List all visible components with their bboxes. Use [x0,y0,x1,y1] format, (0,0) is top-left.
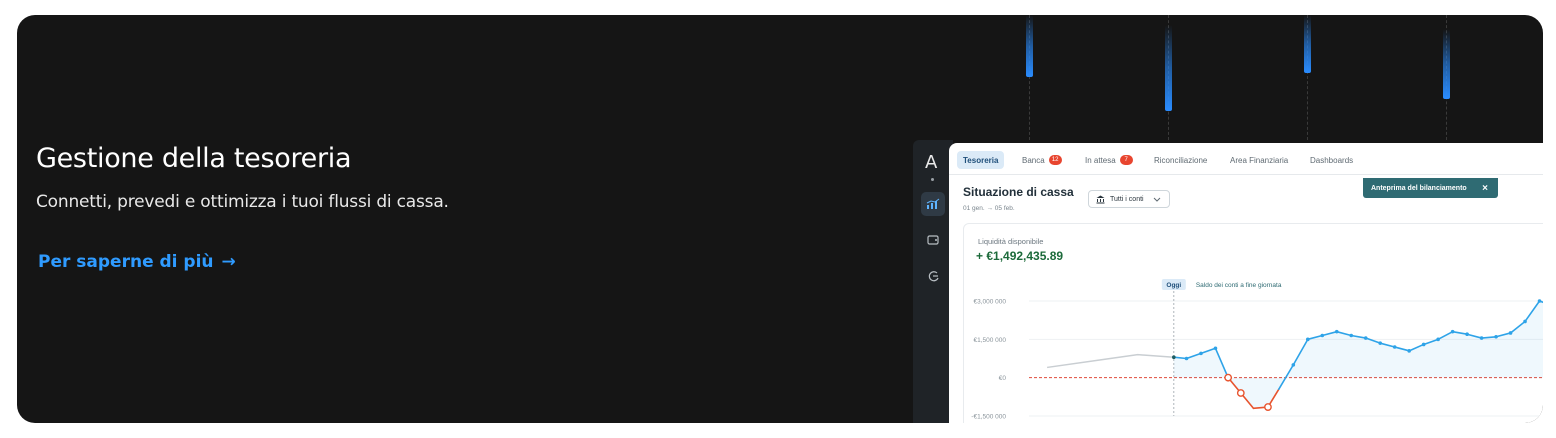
historical-line [1046,353,1174,369]
learn-more-label: Per saperne di più [38,252,214,272]
forecast-point [1199,351,1203,356]
learn-more-link[interactable]: Per saperne di più → [38,252,236,272]
hero-subtitle: Connetti, prevedi e ottimizza i tuoi flu… [36,192,449,212]
forecast-point [1479,336,1484,340]
forecast-point [1184,356,1189,361]
light-beam [1165,25,1172,111]
forecast-point [1392,345,1397,349]
forecast-point [1494,334,1498,339]
treasury-banner: Gestione della tesoreria Connetti, preve… [17,15,1543,423]
negative-point [1224,373,1233,382]
hero-copy: Gestione della tesoreria Connetti, preve… [36,143,449,272]
forecast-point [1349,333,1354,338]
y-tick-label: €3,000 000 [973,299,1006,306]
forecast-point [1334,329,1339,334]
forecast-point [1172,355,1176,360]
chart-icon[interactable] [921,192,945,216]
negative-point [1264,403,1272,411]
app-sidebar: A [913,140,953,423]
forecast-point [1320,333,1325,338]
forecast-area [1173,301,1543,409]
light-beam [1304,15,1311,73]
negative-point [1236,389,1245,397]
light-beam [1443,29,1450,99]
wallet-icon[interactable] [921,228,945,252]
light-beam [1026,15,1033,77]
forecast-point [1465,332,1469,337]
forecast-point [1450,329,1455,334]
series-label: Saldo dei conti a fine giornata [1196,282,1282,289]
app-window: Tesoreria Banca 12 In attesa 7 Riconcili… [949,143,1543,423]
forecast-point [1291,363,1296,367]
rail-dot [931,178,934,181]
forecast-point [1436,337,1440,342]
cash-flow-chart: €3,000 000€1,500 000€0-€1,500 00001/0108… [971,279,1543,421]
refresh-icon[interactable] [921,264,945,288]
forecast-point [1363,336,1368,340]
forecast-point [1523,319,1527,324]
forecast-point [1421,342,1426,347]
app-logo: A [925,152,938,173]
forecast-point [1508,331,1513,335]
forecast-point [1537,299,1542,303]
y-tick-label: €0 [999,375,1007,382]
forecast-point [1407,349,1411,353]
forecast-point [1378,341,1383,345]
y-tick-label: €1,500 000 [973,337,1006,344]
hero-title: Gestione della tesoreria [36,143,352,174]
arrow-right-icon: → [221,252,236,272]
today-label: Oggi [1166,282,1181,289]
forecast-point [1213,346,1218,351]
y-tick-label: -€1,500 000 [971,414,1006,421]
forecast-point [1305,337,1310,342]
